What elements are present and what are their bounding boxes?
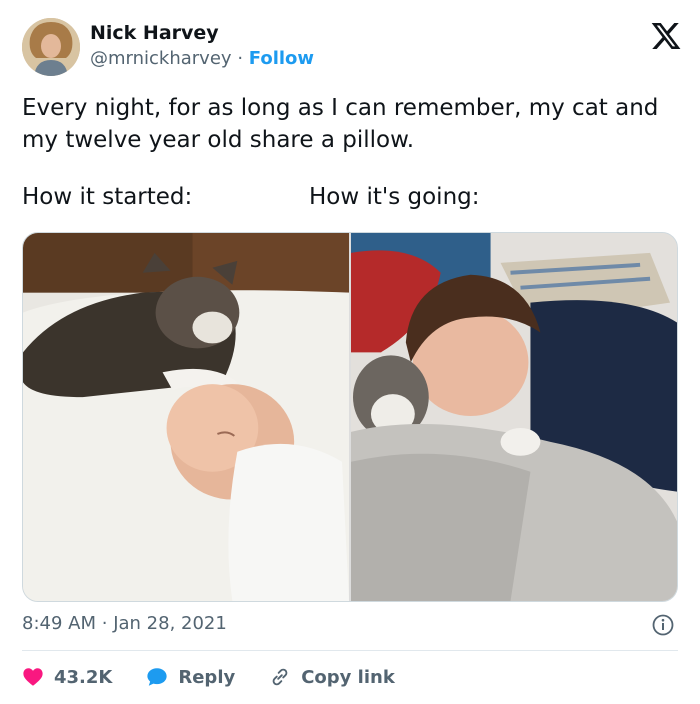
tweet-actions: 43.2K Reply Copy link bbox=[22, 664, 429, 690]
copy-link-label: Copy link bbox=[301, 666, 395, 688]
reply-bubble-icon bbox=[147, 668, 167, 686]
avatar[interactable] bbox=[22, 18, 80, 76]
divider bbox=[22, 650, 678, 651]
heart-icon bbox=[23, 668, 43, 686]
reply-button[interactable]: Reply bbox=[146, 666, 235, 688]
follow-button[interactable]: Follow bbox=[249, 48, 314, 69]
x-logo-icon[interactable] bbox=[650, 20, 682, 52]
link-icon bbox=[272, 668, 288, 686]
caption-how-it-started: How it started: bbox=[22, 184, 193, 210]
tweet-header: Nick Harvey @mrnickharvey · Follow bbox=[22, 18, 682, 78]
tweet-timestamp[interactable]: 8:49 AM · Jan 28, 2021 bbox=[22, 613, 227, 634]
author-name[interactable]: Nick Harvey bbox=[90, 22, 219, 44]
author-handle[interactable]: @mrnickharvey bbox=[90, 48, 232, 69]
photo-baby-and-cat[interactable] bbox=[23, 233, 349, 601]
author-handle-line: @mrnickharvey · Follow bbox=[90, 48, 314, 69]
info-icon[interactable] bbox=[652, 614, 674, 636]
photo-boy-and-cat[interactable] bbox=[351, 233, 677, 601]
tweet-text: Every night, for as long as I can rememb… bbox=[22, 95, 659, 153]
like-count: 43.2K bbox=[54, 666, 113, 688]
caption-how-its-going: How it's going: bbox=[309, 184, 480, 210]
like-button[interactable]: 43.2K bbox=[22, 666, 112, 688]
timestamp-separator: · bbox=[101, 613, 108, 634]
tweet-time: 8:49 AM bbox=[22, 613, 96, 634]
handle-separator: · bbox=[237, 48, 244, 69]
reply-label: Reply bbox=[178, 666, 236, 688]
tweet-media[interactable] bbox=[22, 232, 678, 602]
copy-link-button[interactable]: Copy link bbox=[269, 666, 395, 688]
tweet-date: Jan 28, 2021 bbox=[113, 613, 227, 634]
